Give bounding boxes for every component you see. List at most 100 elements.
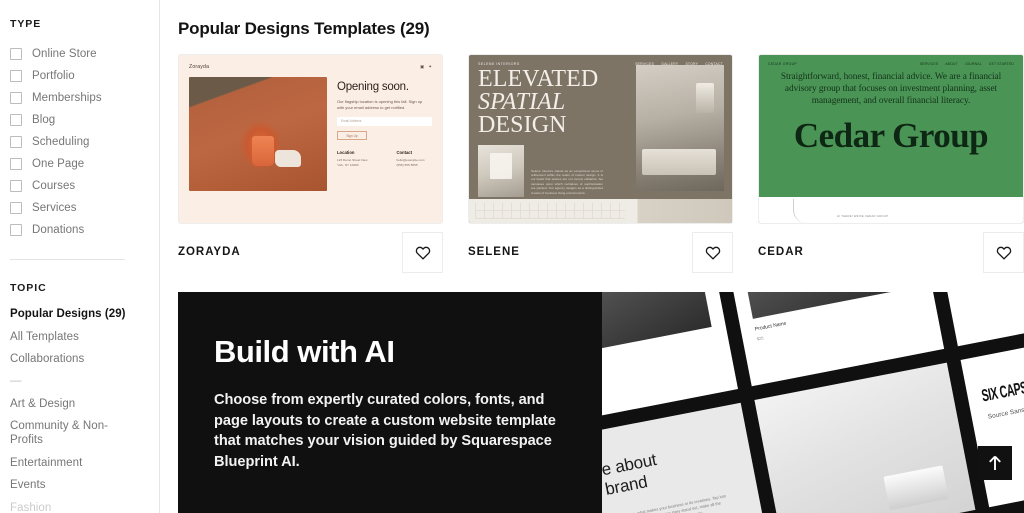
scroll-to-top-button[interactable]: [978, 446, 1012, 480]
type-option-one-page[interactable]: One Page: [10, 153, 160, 175]
product-photo: [736, 292, 918, 319]
type-option-label: Blog: [32, 114, 56, 126]
checkbox-icon[interactable]: [10, 92, 22, 104]
banner-title: Build with AI: [214, 334, 395, 369]
topic-item-fashion[interactable]: Fashion: [10, 501, 160, 513]
preview-body: Opening soon. Our flagship location is o…: [189, 77, 432, 191]
arrow-up-icon: [989, 455, 1001, 470]
type-facet-options: Online Store Portfolio Memberships Blog …: [10, 43, 160, 241]
font-sample: SIX CAPS: [980, 377, 1024, 406]
template-card-selene[interactable]: SELENE INTERIORS SERVICES GALLERY STORY …: [468, 54, 733, 274]
favorite-button-zorayda[interactable]: [402, 231, 443, 273]
preview-body-text: Selene Interiors stands as an exceptiona…: [531, 168, 603, 195]
topic-item-popular-designs[interactable]: Popular Designs (29): [10, 307, 160, 321]
type-option-blog[interactable]: Blog: [10, 109, 160, 131]
nav-item: JOURNAL: [964, 62, 982, 66]
type-facet-title: TYPE: [10, 18, 42, 30]
type-option-memberships[interactable]: Memberships: [10, 87, 160, 109]
checkbox-icon[interactable]: [10, 48, 22, 60]
nav-item: ABOUT: [945, 62, 958, 66]
checkbox-icon[interactable]: [10, 136, 22, 148]
checkbox-icon[interactable]: [10, 114, 22, 126]
banner-text-block: Build with AI Choose from expertly curat…: [178, 292, 602, 513]
checkbox-icon[interactable]: [10, 202, 22, 214]
template-browser-page: TYPE Online Store Portfolio Memberships …: [0, 0, 1024, 513]
preview-text-column: Opening soon. Our flagship location is o…: [337, 77, 432, 191]
type-option-courses[interactable]: Courses: [10, 175, 160, 197]
topic-facet-title: TOPIC: [10, 282, 47, 294]
topic-item-community-non-profits[interactable]: Community & Non-Profits: [10, 419, 130, 447]
page-title: Popular Designs Templates (29): [178, 19, 430, 38]
preview-lede-text: Straightforward, honest, financial advic…: [780, 72, 1002, 106]
preview-nav: SERVICES ABOUT JOURNAL GET STARTED: [920, 62, 1014, 66]
preview-location-column: Location 123 Demo Street New York, NY 10…: [337, 150, 374, 167]
topic-item-collaborations[interactable]: Collaborations: [10, 352, 160, 366]
type-option-donations[interactable]: Donations: [10, 219, 160, 241]
preview-contact-column: Contact hello@example.com (555) 555-5555: [396, 150, 432, 167]
topic-separator: —: [10, 374, 22, 387]
topic-item-art-and-design[interactable]: Art & Design: [10, 397, 160, 411]
twitter-icon: ✦: [428, 64, 432, 69]
preview-logo: Zorayda: [189, 64, 210, 70]
preview-input-placeholder: Email Address: [341, 119, 362, 124]
topic-item-all-templates[interactable]: All Templates: [10, 330, 160, 344]
preview-body-text: Our flagship location is opening this fa…: [337, 99, 423, 110]
preview-signup-button: Sign Up: [337, 131, 367, 141]
preview-contact-text: hello@example.com (555) 555-5555: [396, 158, 425, 167]
template-card-grid: Zorayda ▣ ✦ Opening soon. Our flagship l…: [178, 54, 1024, 274]
type-option-services[interactable]: Services: [10, 197, 160, 219]
preview-location-text: 123 Demo Street New York, NY 10000: [337, 158, 368, 167]
topic-item-events[interactable]: Events: [10, 478, 160, 492]
template-thumbnail-zorayda[interactable]: Zorayda ▣ ✦ Opening soon. Our flagship l…: [178, 54, 443, 224]
template-card-cedar[interactable]: CEDAR GROUP SERVICES ABOUT JOURNAL GET S…: [758, 54, 1024, 274]
preview-social-icons: ▣ ✦: [420, 64, 432, 70]
preview-header: CEDAR GROUP SERVICES ABOUT JOURNAL GET S…: [759, 55, 1023, 66]
banner-copy: Choose from expertly curated colors, fon…: [214, 392, 556, 470]
instagram-icon: ▣: [419, 64, 425, 69]
type-option-label: Services: [32, 202, 77, 214]
preview-header: Zorayda ▣ ✦: [189, 64, 432, 70]
banner-collage: Product Name $25 Product Name $25 Pro Om…: [602, 292, 1024, 513]
type-option-label: Memberships: [32, 92, 102, 104]
build-with-ai-banner[interactable]: Build with AI Choose from expertly curat…: [178, 292, 1024, 513]
type-option-label: Courses: [32, 180, 76, 192]
checkbox-icon[interactable]: [10, 158, 22, 170]
collage-panel-photo: [754, 362, 976, 513]
type-option-label: Scheduling: [32, 136, 90, 148]
nav-item: SERVICES: [919, 62, 939, 66]
checkbox-icon[interactable]: [10, 180, 22, 192]
heart-icon: [996, 246, 1011, 260]
favorite-button-cedar[interactable]: [983, 231, 1024, 273]
template-thumbnail-selene[interactable]: SELENE INTERIORS SERVICES GALLERY STORY …: [468, 54, 733, 224]
main-content: Popular Designs Templates (29) Zorayda ▣…: [160, 0, 1024, 513]
template-card-zorayda[interactable]: Zorayda ▣ ✦ Opening soon. Our flagship l…: [178, 54, 443, 274]
about-heading: More about our brand: [602, 450, 662, 505]
preview-bottom-strip: [469, 199, 732, 223]
product-name: Product Name: [754, 320, 787, 333]
preview-email-input: Email Address: [337, 117, 432, 127]
card-footer: ZORAYDA: [178, 230, 443, 274]
preview-heading: Opening soon.: [337, 81, 409, 93]
collage-panel-font-1: Pro Omnes Pro: [929, 292, 1024, 347]
preview-logo: CEDAR GROUP: [768, 62, 797, 66]
filter-sidebar: TYPE Online Store Portfolio Memberships …: [0, 0, 160, 513]
type-option-online-store[interactable]: Online Store: [10, 43, 160, 65]
template-name-zorayda: ZORAYDA: [178, 246, 241, 258]
topic-facet-list: Popular Designs (29) All Templates Colla…: [10, 307, 160, 513]
checkbox-icon[interactable]: [10, 70, 22, 82]
preview-footer-note: HI THERE! WE'RE CEDAR GROUP: [837, 214, 889, 218]
preview-interior-photo-small: [478, 145, 524, 197]
topic-item-entertainment[interactable]: Entertainment: [10, 456, 160, 470]
collage-panels: Product Name $25 Product Name $25 Pro Om…: [602, 292, 1024, 513]
favorite-button-selene[interactable]: [692, 231, 733, 273]
preview-info-columns: Location 123 Demo Street New York, NY 10…: [337, 150, 432, 167]
type-option-scheduling[interactable]: Scheduling: [10, 131, 160, 153]
checkbox-icon[interactable]: [10, 224, 22, 236]
template-thumbnail-cedar[interactable]: CEDAR GROUP SERVICES ABOUT JOURNAL GET S…: [758, 54, 1024, 224]
product-price: $25: [756, 335, 764, 342]
template-name-selene: SELENE: [468, 246, 520, 258]
type-option-portfolio[interactable]: Portfolio: [10, 65, 160, 87]
preview-interior-photo-large: [636, 65, 724, 191]
preview-signup-label: Sign Up: [346, 133, 358, 138]
collage-panel-about: More about our brand Tell people about w…: [602, 402, 770, 513]
